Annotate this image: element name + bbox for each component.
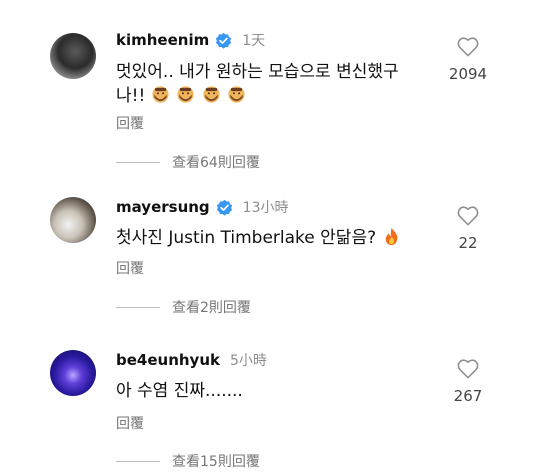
username[interactable]: kimheenim <box>116 31 209 49</box>
comment-text: 첫사진 Justin Timberlake 안닮음? <box>116 226 436 250</box>
comment-header: be4eunhyuk 5小時 <box>116 350 267 370</box>
avatar[interactable] <box>50 197 96 243</box>
like-count: 2094 <box>448 65 488 83</box>
comment-text-line-1: 첫사진 Justin Timberlake 안닮음? <box>116 228 377 248</box>
username[interactable]: be4eunhyuk <box>116 351 220 369</box>
comment-text-line-2: 나!! <box>116 84 436 108</box>
view-replies-text[interactable]: 查看64則回覆 <box>172 152 260 172</box>
heart-icon[interactable] <box>457 37 479 57</box>
fire-emoji-icon <box>385 227 397 246</box>
like-count: 267 <box>453 387 483 405</box>
bearded-face-emoji-icon <box>152 86 169 103</box>
divider-line <box>116 306 160 308</box>
like-control[interactable]: 267 <box>438 359 498 405</box>
comment-text-line-2-text: 나!! <box>116 86 146 106</box>
comment-header: kimheenim 1天 <box>116 30 265 50</box>
view-replies-link[interactable]: 查看15則回覆 <box>116 451 260 471</box>
heart-icon[interactable] <box>457 359 479 379</box>
like-control[interactable]: 22 <box>438 206 498 252</box>
comment-text: 아 수염 진짜....... <box>116 379 436 403</box>
bearded-face-emoji-icon <box>228 86 245 103</box>
reply-button[interactable]: 回覆 <box>116 413 144 433</box>
comment-text-line-1: 멋있어.. 내가 원하는 모습으로 변신했구 <box>116 62 399 82</box>
reply-button[interactable]: 回覆 <box>116 113 144 133</box>
divider-line <box>116 460 160 462</box>
view-replies-text[interactable]: 查看15則回覆 <box>172 451 260 471</box>
comment-header: mayersung 13小時 <box>116 197 289 217</box>
view-replies-link[interactable]: 查看64則回覆 <box>116 152 260 172</box>
username[interactable]: mayersung <box>116 198 210 216</box>
divider-line <box>116 161 160 163</box>
reply-button[interactable]: 回覆 <box>116 258 144 278</box>
bearded-face-emoji-icon <box>202 86 220 103</box>
like-control[interactable]: 2094 <box>438 37 498 83</box>
verified-badge-icon <box>216 32 232 49</box>
timestamp: 1天 <box>242 33 266 49</box>
view-replies-link[interactable]: 查看2則回覆 <box>116 297 251 317</box>
verified-badge-icon <box>216 199 232 216</box>
comment-text-line-1: 아 수염 진짜....... <box>116 381 243 401</box>
timestamp: 5小時 <box>230 353 267 369</box>
avatar[interactable] <box>50 350 96 396</box>
heart-icon[interactable] <box>457 206 479 226</box>
like-count: 22 <box>458 234 478 252</box>
avatar[interactable] <box>50 33 96 79</box>
view-replies-text[interactable]: 查看2則回覆 <box>172 297 251 317</box>
timestamp: 13小時 <box>242 200 289 216</box>
comment-text: 멋있어.. 내가 원하는 모습으로 변신했구 나!! <box>116 60 436 108</box>
bearded-face-emoji-icon <box>177 86 194 103</box>
emoji-row <box>151 86 247 106</box>
